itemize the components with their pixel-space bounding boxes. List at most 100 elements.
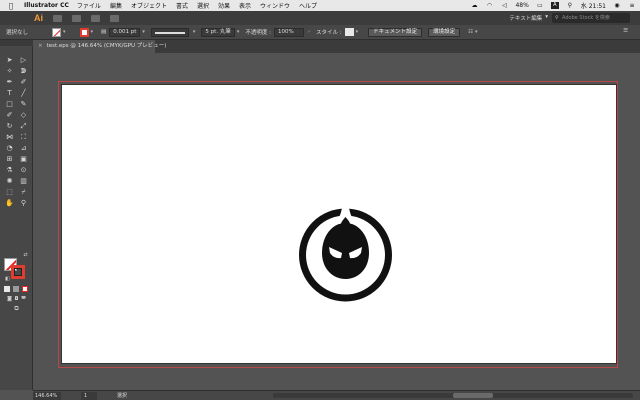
workspace-switcher[interactable]: テキスト編集 ▾ — [509, 14, 548, 22]
graphic-style-swatch[interactable] — [344, 28, 354, 36]
stock-search-input[interactable]: ⚲ Adobe Stock を検索 — [552, 13, 630, 23]
lasso-icon[interactable]: ↇ — [17, 66, 30, 76]
bridge-button[interactable] — [53, 14, 62, 22]
eyedropper-icon[interactable]: ⚗ — [3, 165, 16, 175]
swap-colors-icon[interactable]: ⇄ — [19, 250, 32, 260]
chevron-down-icon[interactable]: ▾ — [193, 29, 196, 35]
tab-test-eps[interactable]: × test.eps @ 146.64% (CMYK/GPU プレビュー) — [33, 40, 166, 53]
notification-center-icon[interactable]: ≡ — [628, 2, 636, 9]
chevron-down-icon[interactable]: ▾ — [142, 29, 145, 35]
paintbrush-icon[interactable]: ✎ — [17, 99, 30, 109]
artboard-tool-icon[interactable]: ⬚ — [3, 187, 16, 197]
shaper-tool-icon[interactable]: ✐ — [3, 110, 16, 120]
symbol-sprayer-icon[interactable]: ✺ — [3, 176, 16, 186]
menu-window[interactable]: ウィンドウ — [260, 1, 290, 10]
stroke-weight-field[interactable]: 0.001 pt — [109, 27, 141, 37]
slice-tool-icon[interactable]: ⌿ — [17, 187, 30, 197]
menu-select[interactable]: 選択 — [197, 1, 209, 10]
preferences-button[interactable]: 環境設定 — [428, 27, 461, 37]
chevron-right-icon[interactable]: › — [308, 29, 310, 35]
battery-icon[interactable]: ▭ — [536, 2, 544, 9]
input-source-indicator[interactable]: A — [550, 2, 559, 9]
menubar-clock[interactable]: 水 21:51 — [581, 1, 606, 10]
variable-width-profile[interactable] — [150, 27, 189, 37]
document-setup-button[interactable]: ドキュメント設定 — [368, 27, 423, 37]
spotlight-icon[interactable]: ⚲ — [566, 2, 574, 9]
brush-definition-field[interactable]: 5 pt. 丸筆 — [201, 27, 235, 37]
zoom-tool-icon[interactable]: ⚲ — [17, 198, 30, 208]
default-colors-icon[interactable]: ◧ — [1, 274, 14, 284]
gradient-mode-button[interactable] — [13, 286, 19, 292]
workspace-label: テキスト編集 — [509, 16, 543, 22]
menu-object[interactable]: オブジェクト — [131, 1, 167, 10]
rotate-tool-icon[interactable]: ↻ — [3, 121, 16, 131]
current-tool-label[interactable]: 選択 — [117, 392, 127, 399]
menu-help[interactable]: ヘルプ — [299, 1, 317, 10]
chevron-down-icon[interactable]: ▾ — [237, 29, 240, 35]
fill-swatch[interactable] — [52, 27, 61, 37]
shape-builder-icon[interactable]: ◔ — [3, 143, 16, 153]
app-menu[interactable]: Illustrator CC — [24, 2, 69, 9]
menu-effect[interactable]: 効果 — [218, 1, 230, 10]
menu-edit[interactable]: 編集 — [110, 1, 122, 10]
zoom-level-field[interactable]: 146.64% — [33, 391, 61, 400]
artwork-logo[interactable] — [298, 203, 393, 303]
selection-tool-icon[interactable]: ➤ — [3, 55, 16, 65]
pen-tool-icon[interactable]: ✒ — [3, 77, 16, 87]
horizontal-scrollbar[interactable] — [273, 393, 633, 398]
panel-menu-icon[interactable]: ☰ — [623, 28, 628, 34]
mesh-tool-icon[interactable]: ⊞ — [3, 154, 16, 164]
blend-tool-icon[interactable]: ⊙ — [17, 165, 30, 175]
curvature-tool-icon[interactable]: ✐ — [17, 77, 30, 87]
menu-file[interactable]: ファイル — [77, 1, 101, 10]
document-tab-bar: × test.eps @ 146.64% (CMYK/GPU プレビュー) — [33, 40, 640, 53]
menu-type[interactable]: 書式 — [176, 1, 188, 10]
hand-tool-icon[interactable]: ✋ — [3, 198, 16, 208]
direct-selection-tool-icon[interactable]: ▷ — [17, 55, 30, 65]
stroke-swatch[interactable] — [79, 27, 89, 37]
artboard[interactable] — [62, 85, 616, 363]
scrollbar-thumb[interactable] — [453, 393, 493, 398]
volume-icon[interactable]: ◁ — [500, 2, 508, 9]
gradient-tool-icon[interactable]: ▣ — [17, 154, 30, 164]
control-bar: 選択なし ▾ ▾ ▤ 0.001 pt ▾ 均等 ▾ 5 pt. 丸筆 ▾ 不透… — [0, 25, 640, 40]
status-menu-extras: ☁ ◠ ◁ 48% ▭ A ⚲ 水 21:51 ◉ ≡ — [470, 0, 636, 11]
creative-cloud-icon[interactable]: ☁ — [470, 2, 478, 9]
wifi-icon[interactable]: ◠ — [485, 2, 493, 9]
opacity-label[interactable]: 不透明度 : — [245, 28, 271, 36]
scale-tool-icon[interactable]: ⤢ — [17, 121, 30, 131]
illustrator-logo: Ai — [34, 13, 43, 23]
canvas-area[interactable] — [33, 53, 640, 390]
chevron-down-icon[interactable]: ▾ — [63, 29, 66, 35]
chevron-down-icon[interactable]: ▾ — [91, 29, 94, 35]
line-tool-icon[interactable]: ╱ — [17, 88, 30, 98]
free-transform-icon[interactable]: ⛶ — [17, 132, 30, 142]
apple-icon[interactable]:  — [6, 2, 16, 10]
opacity-field[interactable]: 100% — [273, 27, 304, 37]
chevron-down-icon[interactable]: ▾ — [356, 29, 359, 35]
draw-inside-icon[interactable]: ◚ — [17, 294, 30, 304]
none-mode-button[interactable] — [22, 286, 28, 292]
chevron-down-icon[interactable]: ▾ — [475, 29, 478, 35]
siri-icon[interactable]: ◉ — [613, 2, 621, 9]
illustrator-window:  Illustrator CC ファイル 編集 オブジェクト 書式 選択 効果… — [0, 0, 640, 400]
stock-button[interactable] — [72, 14, 81, 22]
close-icon[interactable]: × — [38, 43, 43, 49]
panel-grip[interactable] — [0, 40, 33, 46]
artboard-navigator[interactable]: 1 — [81, 391, 97, 400]
arrange-documents-button[interactable] — [91, 14, 100, 22]
rectangle-tool-icon[interactable]: □ — [3, 99, 16, 109]
arrange-icon[interactable]: ☷ — [468, 29, 473, 35]
width-tool-icon[interactable]: ⋈ — [3, 132, 16, 142]
color-mode-button[interactable] — [4, 286, 10, 292]
menu-view[interactable]: 表示 — [239, 1, 251, 10]
graph-tool-icon[interactable]: ▥ — [17, 176, 30, 186]
eraser-icon[interactable]: ◇ — [17, 110, 30, 120]
battery-percent[interactable]: 48% — [515, 2, 528, 9]
type-tool-icon[interactable]: T — [3, 88, 16, 98]
gpu-performance-button[interactable] — [110, 14, 119, 22]
magic-wand-icon[interactable]: ✧ — [3, 66, 16, 76]
perspective-grid-icon[interactable]: ⊿ — [17, 143, 30, 153]
stroke-label-icon[interactable]: ▤ — [101, 29, 106, 35]
screen-mode-icon[interactable]: ⧉ — [10, 304, 23, 314]
